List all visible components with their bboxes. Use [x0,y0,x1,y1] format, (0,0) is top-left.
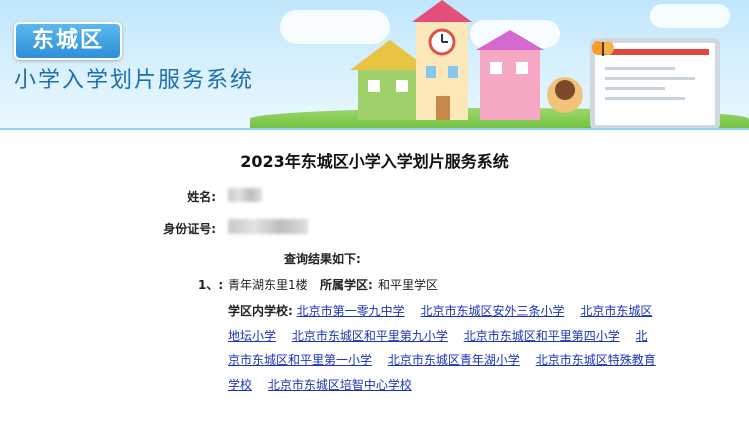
page-title: 2023年东城区小学入学划片服务系统 [240,152,509,171]
school-building-illustration [350,0,583,120]
school-link[interactable]: 北京市东城区安外三条小学 [420,304,564,318]
header-banner: 东城区 小学入学划片服务系统 [0,0,749,130]
system-name: 小学入学划片服务系统 [14,68,255,93]
cloud-decoration [650,4,730,28]
butterfly-icon [592,41,614,56]
school-link[interactable]: 北京市东城区和平里第九小学 [292,329,448,343]
name-redacted [228,188,262,202]
district-label: 所属学区: [320,278,373,292]
schools-label: 学区内学校: [228,304,293,318]
district-value: 和平里学区 [378,278,439,292]
result-index: 1、: [198,278,224,292]
school-link[interactable]: 北京市东城区培智中心学校 [268,378,412,392]
school-link[interactable]: 北京市第一零九中学 [297,304,405,318]
name-label: 姓名: [187,190,216,204]
id-number-redacted [228,219,308,234]
result-address: 青年湖东里1楼 [228,278,308,292]
school-link[interactable]: 北京市东城区青年湖小学 [388,353,520,367]
school-link[interactable]: 北京市东城区和平里第四小学 [464,329,620,343]
school-list: 学区内学校: 北京市第一零九中学 北京市东城区安外三条小学 北京市东城区地坛小学… [228,299,658,397]
id-number-label: 身份证号: [163,222,216,236]
result-heading: 查询结果如下: [284,252,361,266]
district-badge: 东城区 [14,22,122,60]
